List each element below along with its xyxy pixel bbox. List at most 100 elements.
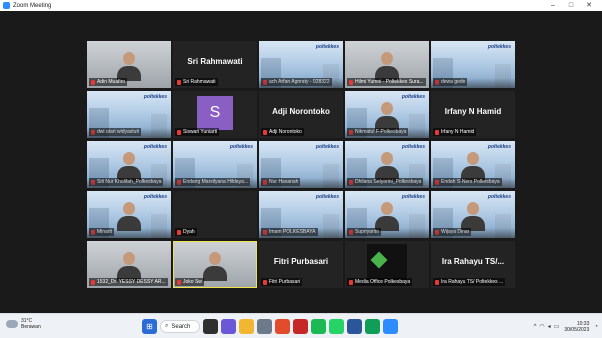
participant-tile[interactable]: poltekkes Endang Marsilyana Hildaya...	[173, 141, 257, 188]
background-building	[323, 214, 339, 238]
participant-tile[interactable]: Hilmi Yumni - Poltekkes Sura...	[345, 41, 429, 88]
window-title: Zoom Meeting	[13, 2, 52, 9]
participant-video	[117, 202, 141, 232]
mic-muted-icon	[435, 279, 439, 285]
background-logo: poltekkes	[401, 94, 425, 100]
mic-muted-icon	[177, 229, 181, 235]
background-logo: poltekkes	[487, 44, 511, 50]
mic-muted-icon	[349, 179, 353, 185]
whatsapp-icon[interactable]	[329, 319, 344, 334]
participant-name: Minarti	[97, 229, 113, 235]
background-building	[151, 164, 167, 188]
participant-tile[interactable]: poltekkes Wijaya Dinar	[431, 191, 515, 238]
participant-tile[interactable]: poltekkes dwi utari widyastuti	[87, 91, 171, 138]
participant-tile[interactable]: poltekkes Supriyanto	[345, 191, 429, 238]
avatar: S	[197, 96, 233, 130]
search-label: Search	[171, 323, 191, 330]
notifications-icon[interactable]: ◔	[594, 324, 598, 330]
background-building	[495, 214, 511, 238]
file-explorer-icon[interactable]	[239, 319, 254, 334]
participant-display-name: Fitri Purbasari	[273, 257, 329, 266]
spotify-icon[interactable]	[311, 319, 326, 334]
task-view-icon[interactable]	[203, 319, 218, 334]
participant-video	[461, 152, 485, 182]
participant-name: Media Office Polkesbaya	[355, 279, 411, 285]
participant-nameplate: ach Arfan Agnraty - 028322	[261, 78, 332, 86]
participant-name: Wijaya Dinar	[441, 229, 470, 235]
clock-date: 30/05/2023	[564, 326, 590, 333]
participant-tile[interactable]: Media Office Polkesbaya	[345, 241, 429, 288]
background-logo: poltekkes	[315, 44, 339, 50]
participant-name: Adji Norontoko	[269, 129, 302, 135]
background-building	[347, 108, 367, 138]
participant-tile[interactable]: Dyah	[173, 191, 257, 238]
participant-tile[interactable]: poltekkes Nur Hasanah	[259, 141, 343, 188]
participant-nameplate: Adin Muafiro	[89, 78, 128, 86]
participant-tile[interactable]: Joko Sw	[173, 241, 257, 288]
participant-tile[interactable]: Sri Rahmawati Sri Rahmawati	[173, 41, 257, 88]
search-box[interactable]: ⌕ Search	[160, 320, 200, 333]
camera-app-icon[interactable]	[257, 319, 272, 334]
mic-muted-icon	[177, 179, 181, 185]
participant-tile[interactable]: Adji Norontoko Adji Norontoko	[259, 91, 343, 138]
gallery-view: Adin Muafiro Sri Rahmawati Sri Rahmawati po…	[0, 11, 602, 313]
edge-icon[interactable]	[365, 319, 380, 334]
participant-nameplate: Endah S-Ners Polkesbaya	[433, 178, 502, 186]
battery-icon[interactable]: ▭	[554, 323, 560, 330]
participant-tile[interactable]: 1532_Dr. YESSY DESSY AR...	[87, 241, 171, 288]
participant-name: dewa gede	[441, 79, 466, 85]
background-logo: poltekkes	[315, 194, 339, 200]
mic-muted-icon	[263, 179, 267, 185]
participant-nameplate: Hilmi Yumni - Poltekkes Sura...	[347, 78, 426, 86]
start-icon[interactable]: ⊞	[142, 319, 157, 334]
participant-tile[interactable]: Fitri Purbasari Fitri Purbasari	[259, 241, 343, 288]
zoom-taskbar-icon[interactable]	[383, 319, 398, 334]
participant-nameplate: Wijaya Dinar	[433, 228, 472, 236]
minimize-icon[interactable]: –	[544, 0, 562, 11]
mic-muted-icon	[91, 79, 95, 85]
participant-tile[interactable]: Adin Muafiro	[87, 41, 171, 88]
participant-tile[interactable]: poltekkes dewa gede	[431, 41, 515, 88]
background-building	[261, 58, 281, 88]
background-building	[409, 114, 425, 138]
participant-tile[interactable]: Ira Rahayu TS/... Ira Rahayu TS/ Poltekke…	[431, 241, 515, 288]
maximize-icon[interactable]: □	[562, 0, 580, 11]
participant-tile[interactable]: poltekkes Imam POLKESBAYA	[259, 191, 343, 238]
participant-tile[interactable]: poltekkes Siti Nur Kholifah_Polkesbaya	[87, 141, 171, 188]
participant-nameplate: Imam POLKESBAYA	[261, 228, 318, 236]
close-icon[interactable]: ✕	[580, 0, 598, 11]
clock[interactable]: 10:33 30/05/2023	[564, 321, 589, 333]
wifi-icon[interactable]: ◠	[539, 323, 544, 330]
participant-display-name: Adji Norontoko	[272, 107, 330, 116]
mic-muted-icon	[435, 79, 439, 85]
participant-tile[interactable]: S Siswari Yuniarti	[173, 91, 257, 138]
tray-overflow-icon[interactable]: ^	[534, 324, 537, 330]
participant-name: Nur Hasanah	[269, 179, 299, 185]
mic-muted-icon	[263, 129, 267, 135]
background-building	[261, 158, 281, 188]
weather-widget[interactable]: 31°C Berawan	[6, 318, 41, 330]
weather-condition: Berawan	[21, 324, 41, 330]
background-building	[495, 64, 511, 88]
participant-nameplate: Minarti	[89, 228, 115, 236]
participant-name: Ira Rahayu TS/ Poltekkes ...	[441, 279, 504, 285]
participant-tile[interactable]: poltekkes Minarti	[87, 191, 171, 238]
mic-muted-icon	[177, 129, 181, 135]
mic-muted-icon	[91, 279, 95, 285]
background-building	[237, 164, 253, 188]
chrome-icon[interactable]	[275, 319, 290, 334]
participant-nameplate: Nikmatul F-Polkesbaya	[347, 128, 409, 136]
volume-icon[interactable]: ◂	[548, 323, 551, 330]
participant-name: ach Arfan Agnraty - 028322	[269, 79, 330, 85]
chat-icon[interactable]	[221, 319, 236, 334]
participant-tile[interactable]: poltekkes Endah S-Ners Polkesbaya	[431, 141, 515, 188]
participant-display-name: Irfany N Hamid	[444, 107, 502, 116]
participant-tile[interactable]: poltekkes ach Arfan Agnraty - 028322	[259, 41, 343, 88]
word-icon[interactable]	[347, 319, 362, 334]
participant-tile[interactable]: poltekkes Dhilana Setyorini_Polkesbaya	[345, 141, 429, 188]
mcafee-icon[interactable]	[293, 319, 308, 334]
participant-tile[interactable]: Irfany N Hamid Irfany N Hamid	[431, 91, 515, 138]
participant-tile[interactable]: poltekkes Nikmatul F-Polkesbaya	[345, 91, 429, 138]
cloud-icon	[6, 320, 18, 328]
background-building	[323, 64, 339, 88]
